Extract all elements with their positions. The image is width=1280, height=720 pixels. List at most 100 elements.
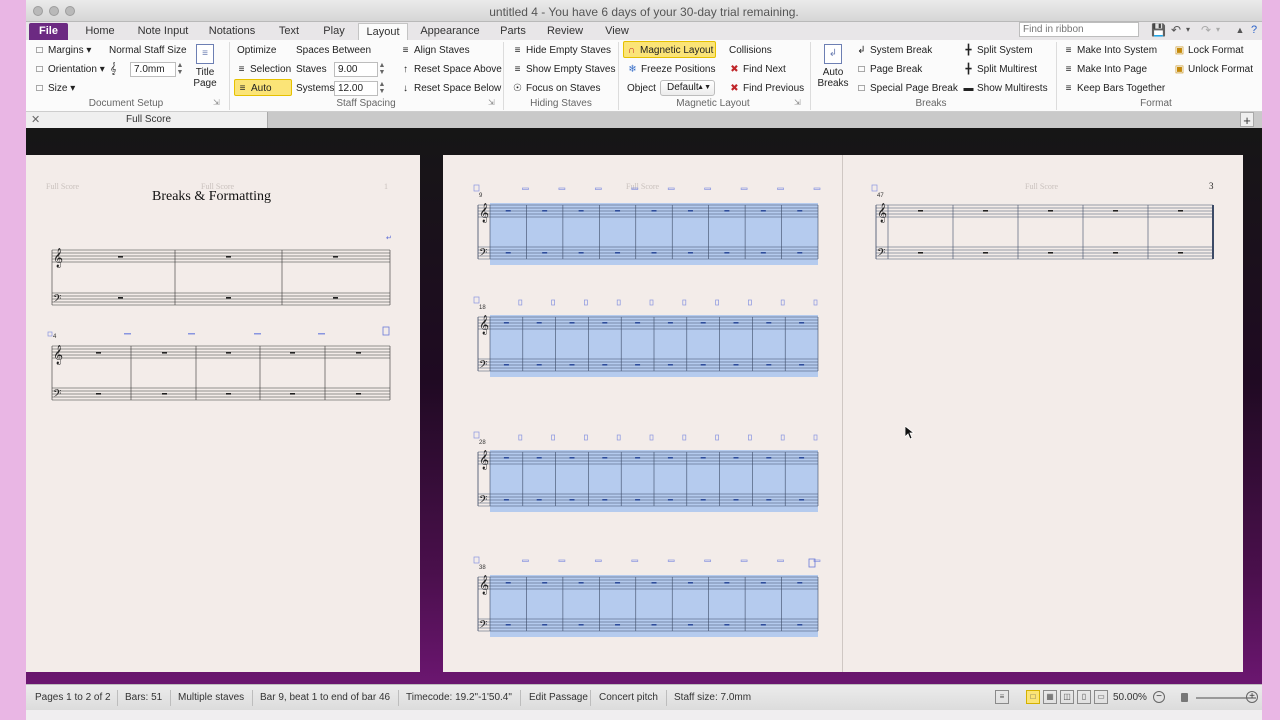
status-staves: Multiple staves — [178, 692, 245, 703]
make-into-page-button[interactable]: ≡ Make Into Page — [1061, 61, 1149, 78]
ribbon-search-input[interactable] — [1019, 22, 1139, 37]
unlock-format-button[interactable]: ▣ Unlock Format — [1172, 61, 1255, 78]
whole-rest — [766, 457, 772, 459]
find-next-button[interactable]: ✖ Find Next — [727, 61, 788, 78]
tab-notations[interactable]: Notations — [204, 23, 260, 40]
title-page-button[interactable]: ≡ Title Page — [190, 44, 220, 89]
status-timecode: Timecode: 19.2"-1'50.4" — [406, 692, 512, 703]
systems-spacing-stepper[interactable]: ▲ ▼ — [378, 81, 386, 96]
margins-button[interactable]: □ Margins ▾ — [32, 42, 93, 59]
whole-rest — [724, 582, 730, 584]
redo-dropdown-icon[interactable]: ▾ — [1211, 23, 1225, 37]
tab-view[interactable]: View — [600, 23, 634, 40]
page-break-button[interactable]: □ Page Break — [854, 61, 924, 78]
show-multirests-button[interactable]: ▬ Show Multirests — [961, 80, 1050, 97]
staves-spacing-stepper[interactable]: ▲ ▼ — [378, 62, 386, 77]
system-break-icon: ↲ — [857, 45, 866, 56]
split-system-button[interactable]: ╋ Split System — [961, 42, 1035, 59]
special-page-break-button[interactable]: □ Special Page Break — [854, 80, 960, 97]
grid-view-icon[interactable]: ▦ — [1043, 690, 1057, 704]
mouse-cursor-icon — [905, 426, 915, 440]
application-window: untitled 4 - You have 6 days of your 30-… — [26, 0, 1262, 720]
orientation-icon: □ — [36, 64, 43, 75]
staff-spacing-launcher-icon[interactable]: ⇲ — [488, 99, 496, 107]
keep-bars-together-icon: ≡ — [1065, 83, 1072, 94]
layout-marker — [594, 187, 602, 190]
find-next-icon: ✖ — [730, 64, 739, 75]
undo-dropdown-icon[interactable]: ▾ — [1181, 23, 1195, 37]
document-setup-launcher-icon[interactable]: ⇲ — [213, 99, 221, 107]
tab-text[interactable]: Text — [272, 23, 306, 40]
save-icon[interactable]: 💾 — [1151, 23, 1166, 37]
tab-layout[interactable]: Layout — [358, 23, 408, 40]
panorama-view-icon[interactable]: ▭ — [1094, 690, 1108, 704]
orientation-button[interactable]: □ Orientation ▾ — [32, 61, 107, 78]
layout-marker — [522, 187, 529, 190]
optimize-auto-button[interactable]: ≡ Auto — [234, 79, 292, 96]
layout-marker — [518, 299, 523, 306]
systems-spacing-field[interactable]: 12.00 — [334, 81, 378, 96]
size-button[interactable]: □ Size ▾ — [32, 80, 77, 97]
layout-marker — [813, 187, 821, 190]
close-tab-icon[interactable]: ✕ — [31, 113, 40, 126]
treble-clef-icon: 𝄞 — [877, 203, 887, 223]
single-page-view-icon[interactable]: ▯ — [1077, 690, 1091, 704]
tab-parts[interactable]: Parts — [496, 23, 530, 40]
freeze-positions-button[interactable]: ❄ Freeze Positions — [625, 61, 717, 78]
score-canvas[interactable]: Full Score Full Score 1 Breaks & Formatt… — [26, 128, 1262, 684]
zoom-out-button[interactable]: − — [1153, 691, 1165, 703]
object-dropdown[interactable]: Default ▲▼ — [660, 80, 715, 96]
whole-rest — [983, 252, 988, 254]
document-tab[interactable]: ✕ Full Score — [26, 112, 268, 128]
keep-bars-together-button[interactable]: ≡ Keep Bars Together — [1061, 80, 1167, 97]
zoom-level[interactable]: 50.00% — [1113, 692, 1147, 703]
zoom-in-button[interactable]: + — [1246, 691, 1258, 703]
reset-space-above-button[interactable]: ↑ Reset Space Above — [398, 61, 504, 78]
tab-appearance[interactable]: Appearance — [418, 23, 482, 40]
tab-file[interactable]: File — [29, 23, 68, 40]
split-multirest-button[interactable]: ╋ Split Multirest — [961, 61, 1039, 78]
find-previous-button[interactable]: ✖ Find Previous — [727, 80, 806, 97]
whole-rest — [602, 322, 608, 324]
help-icon[interactable]: ? — [1247, 23, 1261, 37]
make-into-system-button[interactable]: ≡ Make Into System — [1061, 42, 1159, 59]
tab-review[interactable]: Review — [544, 23, 586, 40]
page-view-icon[interactable]: □ — [1026, 690, 1040, 704]
layout-marker — [667, 559, 675, 562]
staff-size-stepper[interactable]: ▲ ▼ — [176, 62, 184, 77]
whole-rest — [700, 322, 706, 324]
tab-home[interactable]: Home — [80, 23, 120, 40]
group-divider — [503, 42, 504, 110]
align-staves-button[interactable]: ≡ Align Staves — [398, 42, 472, 59]
zoom-slider-thumb[interactable] — [1181, 693, 1188, 702]
focus-on-staves-button[interactable]: ☉ Focus on Staves — [510, 80, 602, 97]
magnetic-layout-button[interactable]: ∩ Magnetic Layout — [623, 41, 717, 58]
show-empty-staves-button[interactable]: ≡ Show Empty Staves — [510, 61, 617, 78]
tab-note-input[interactable]: Note Input — [134, 23, 192, 40]
reset-space-below-button[interactable]: ↓ Reset Space Below — [398, 80, 503, 97]
mixer-icon[interactable]: ≡ — [995, 690, 1009, 704]
hide-empty-staves-button[interactable]: ≡ Hide Empty Staves — [510, 42, 613, 59]
freeze-icon: ❄ — [628, 64, 637, 75]
staves-spacing-field[interactable]: 9.00 — [334, 62, 378, 77]
whole-rest — [542, 582, 548, 584]
magnetic-layout-launcher-icon[interactable]: ⇲ — [794, 99, 802, 107]
staff-size-field[interactable]: 7.0mm — [130, 62, 176, 77]
auto-breaks-button[interactable]: ↲ Auto Breaks — [816, 44, 850, 89]
treble-clef-icon: 𝄞 — [479, 450, 489, 470]
spread-view-icon[interactable]: ◫ — [1060, 690, 1074, 704]
whole-rest — [687, 210, 693, 212]
whole-rest — [797, 624, 803, 626]
add-tab-button[interactable]: + — [1240, 112, 1254, 128]
show-empty-staves-icon: ≡ — [514, 64, 521, 75]
whole-rest — [760, 582, 766, 584]
tab-play[interactable]: Play — [318, 23, 350, 40]
title-bar: untitled 4 - You have 6 days of your 30-… — [26, 0, 1262, 22]
whole-rest — [569, 364, 575, 366]
system-break-button[interactable]: ↲ System Break — [854, 42, 934, 59]
whole-rest — [503, 499, 509, 501]
lock-format-button[interactable]: ▣ Lock Format — [1172, 42, 1246, 59]
collapse-ribbon-icon[interactable]: ▲ — [1233, 23, 1247, 37]
optimize-selection-button[interactable]: ≡ Selection — [234, 61, 293, 78]
bar-number: 9 — [479, 193, 483, 199]
